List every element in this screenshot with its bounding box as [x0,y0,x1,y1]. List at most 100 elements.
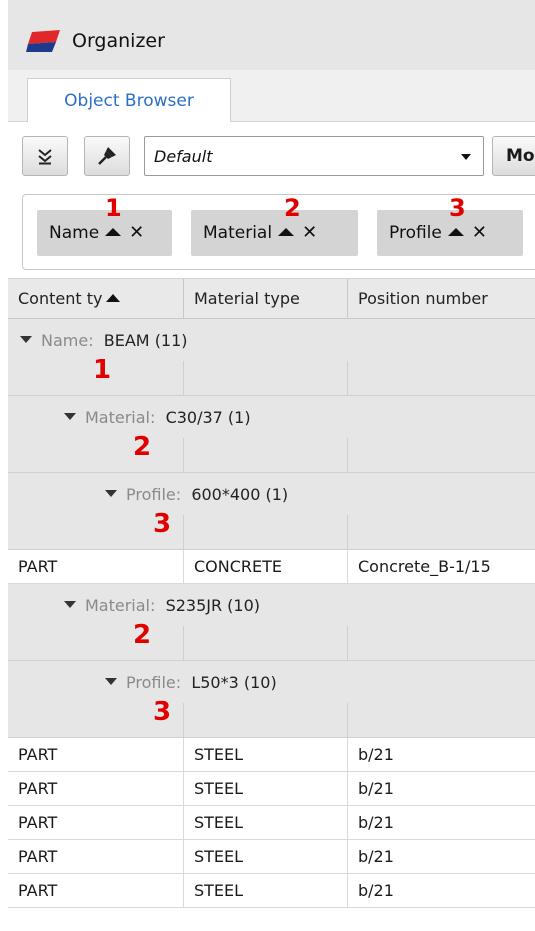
group-row-name[interactable]: Name: BEAM (11) 1 [8,319,535,396]
group-chip-label: Profile [389,223,442,243]
table-row[interactable]: PART STEEL b/21 [8,738,535,772]
organizer-panel: Organizer Object Browser Default Mo Name… [8,0,535,931]
tab-strip: Object Browser [8,70,535,123]
group-chip-label: Name [49,223,100,243]
column-header-material-type[interactable]: Material type [184,279,348,319]
group-cell [184,438,348,473]
group-row-profile[interactable]: Profile: 600*400 (1) 3 [8,473,535,550]
expand-arrow-icon[interactable] [105,490,117,497]
group-cell [8,703,184,738]
table-row[interactable]: PART CONCRETE Concrete_B-1/15 [8,550,535,584]
group-key: Profile: [126,673,182,692]
column-header-position-number[interactable]: Position number [348,279,535,319]
cell-position-number: Concrete_B-1/15 [358,557,491,576]
app-title: Organizer [72,30,165,52]
column-header-label: Material type [194,289,300,308]
group-key: Name: [41,331,94,350]
window-edge [0,0,8,931]
group-cell [184,626,348,661]
group-header: Name: BEAM (11) [20,331,188,350]
group-order-number: 2 [284,194,301,222]
organizer-logo-icon [26,30,60,52]
expand-arrow-icon[interactable] [105,678,117,685]
cell-material-type: STEEL [184,840,348,873]
column-header-label: Position number [358,289,488,308]
cell-material-type: STEEL [184,772,348,805]
object-grid: Content ty Material type Position number… [8,278,535,931]
group-chip-name[interactable]: Name ✕ 1 [37,196,172,256]
sort-ascending-icon[interactable] [105,228,122,236]
cell-content-type: PART [8,550,184,583]
group-value: 600*400 (1) [191,485,289,504]
group-row-profile[interactable]: Profile: L50*3 (10) 3 [8,661,535,738]
view-select[interactable]: Default [144,136,484,176]
group-order-number: 3 [449,194,466,222]
group-header: Profile: 600*400 (1) [105,485,288,504]
chevron-down-icon [461,154,471,160]
group-row-material[interactable]: Material: C30/37 (1) 2 [8,396,535,473]
pin-button[interactable] [84,136,130,176]
column-header-row: Content ty Material type Position number [8,278,535,319]
expand-arrow-icon[interactable] [20,336,32,343]
cell-position-number: b/21 [358,779,394,798]
group-key: Material: [85,596,156,615]
group-cell [8,515,184,550]
table-row[interactable]: PART STEEL b/21 [8,806,535,840]
remove-group-button[interactable]: ✕ [472,224,487,242]
group-cell [8,438,184,473]
group-header: Profile: L50*3 (10) [105,673,277,692]
table-row[interactable]: PART STEEL b/21 [8,840,535,874]
table-row[interactable]: PART STEEL b/21 [8,874,535,908]
cell-position-number: b/21 [358,881,394,900]
group-order-number: 1 [105,194,122,222]
group-key: Material: [85,408,156,427]
cell-position-number: b/21 [358,813,394,832]
remove-group-button[interactable]: ✕ [302,224,317,242]
group-header: Material: C30/37 (1) [64,408,251,427]
column-header-label: Content ty [18,289,103,308]
title-bar: Organizer [8,0,535,70]
column-header-content-type[interactable]: Content ty [8,279,184,319]
cell-content-type: PART [8,874,184,907]
cell-content-type: PART [8,806,184,839]
pin-icon [98,147,116,165]
group-key: Profile: [126,485,182,504]
expand-arrow-icon[interactable] [64,601,76,608]
group-value: L50*3 (10) [191,673,277,692]
tab-object-browser[interactable]: Object Browser [27,78,231,123]
cell-material-type: STEEL [184,874,348,907]
group-cell [184,361,348,396]
group-cell [8,361,184,396]
table-row[interactable]: PART STEEL b/21 [8,772,535,806]
group-value: C30/37 (1) [165,408,251,427]
view-select-value: Default [154,147,213,166]
group-chip-profile[interactable]: Profile ✕ 3 [377,196,523,256]
group-cell [184,703,348,738]
cell-material-type: CONCRETE [184,550,348,583]
cell-content-type: PART [8,738,184,771]
double-chevron-down-icon [38,149,52,165]
group-by-box: Name ✕ 1 Material ✕ 2 Profile ✕ 3 [22,194,535,270]
cell-position-number: b/21 [358,745,394,764]
group-by-area: Name ✕ 1 Material ✕ 2 Profile ✕ 3 [8,192,535,278]
toolbar: Default Mo [8,122,535,192]
cell-position-number: b/21 [358,847,394,866]
cell-content-type: PART [8,772,184,805]
more-button[interactable]: Mo [492,136,535,176]
group-cell [8,626,184,661]
sort-ascending-icon[interactable] [447,228,464,236]
group-header: Material: S235JR (10) [64,596,260,615]
sort-ascending-icon[interactable] [278,228,295,236]
group-chip-material[interactable]: Material ✕ 2 [191,196,358,256]
collapse-all-button[interactable] [22,136,68,176]
group-value: S235JR (10) [165,596,261,615]
sort-ascending-icon [106,294,121,302]
cell-material-type: STEEL [184,806,348,839]
group-row-material[interactable]: Material: S235JR (10) 2 [8,584,535,661]
group-value: BEAM (11) [103,331,188,350]
group-cell [184,515,348,550]
group-chip-label: Material [203,223,273,243]
cell-material-type: STEEL [184,738,348,771]
expand-arrow-icon[interactable] [64,413,76,420]
remove-group-button[interactable]: ✕ [129,224,144,242]
